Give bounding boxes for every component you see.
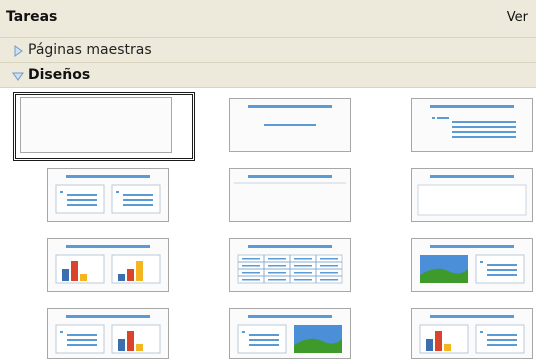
tasks-header: Tareas Ver	[0, 0, 536, 38]
layout-title-only[interactable]	[229, 168, 351, 222]
layout-title-chart-content[interactable]	[411, 308, 533, 359]
section-master-pages[interactable]: Páginas maestras	[0, 38, 536, 63]
expand-right-icon	[14, 45, 23, 57]
layout-title-image-content[interactable]	[411, 238, 533, 292]
layout-title-content[interactable]	[411, 98, 533, 152]
collapse-down-icon	[12, 72, 24, 81]
layouts-grid	[0, 88, 536, 359]
layout-title-2-content[interactable]	[47, 168, 169, 222]
layout-title-content-chart[interactable]	[47, 308, 169, 359]
view-menu-button[interactable]: Ver	[507, 10, 528, 25]
layout-title-content-image[interactable]	[229, 308, 351, 359]
tasks-title: Tareas	[6, 9, 58, 25]
section-layouts[interactable]: Diseños	[0, 63, 536, 88]
section-label-layouts: Diseños	[28, 67, 91, 83]
layout-centered-text[interactable]	[411, 168, 533, 222]
layout-title-2-charts[interactable]	[47, 238, 169, 292]
layout-title-subtitle[interactable]	[229, 98, 351, 152]
section-label-master-pages: Páginas maestras	[28, 42, 152, 58]
layout-title-table[interactable]	[229, 238, 351, 292]
layout-blank[interactable]	[20, 97, 172, 153]
